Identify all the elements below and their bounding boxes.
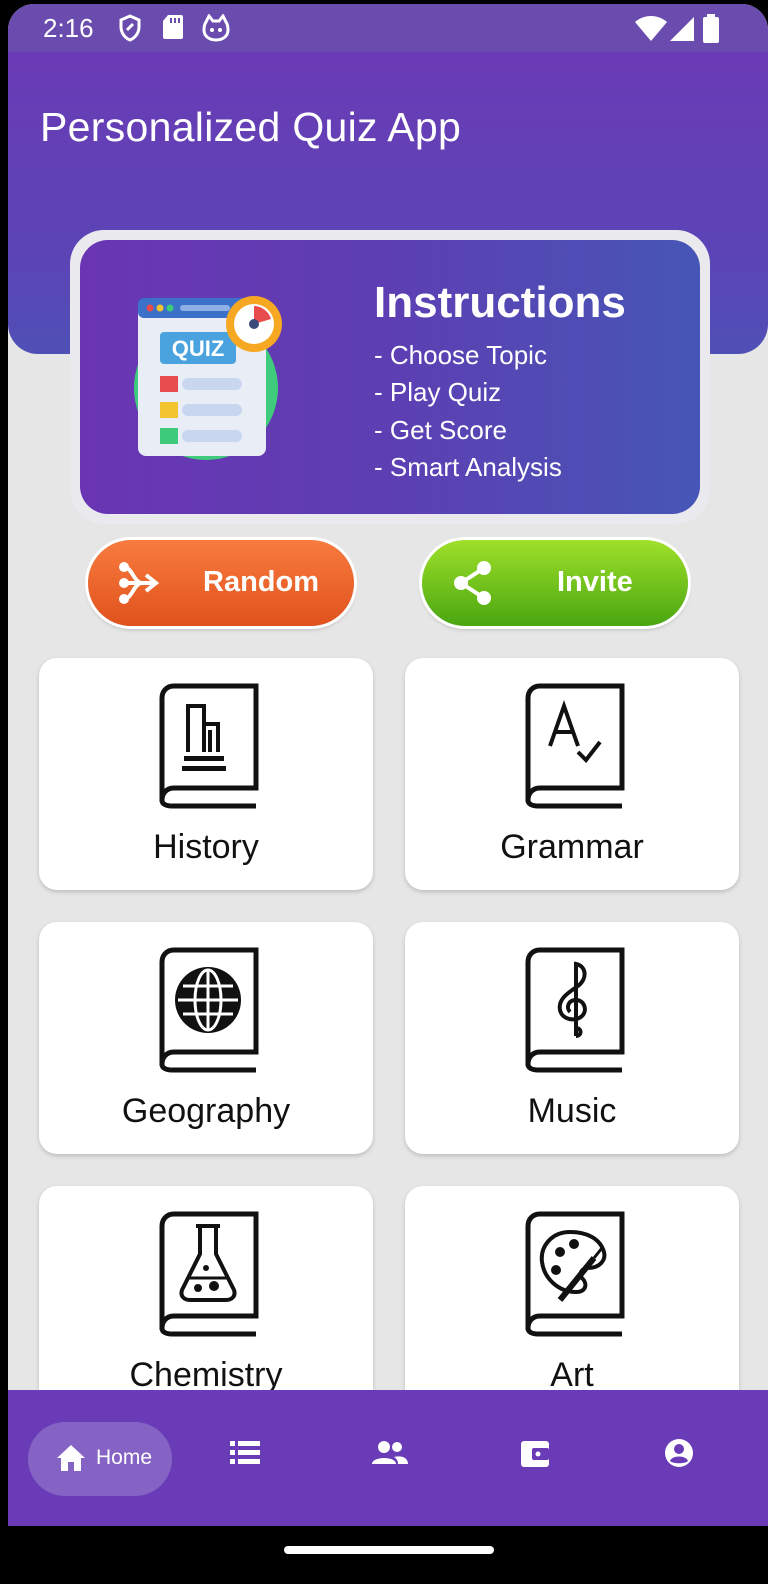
app-title: Personalized Quiz App [40, 104, 462, 150]
home-icon [57, 1445, 85, 1471]
random-button-label: Random [203, 566, 319, 598]
quiz-illustration-text: QUIZ [172, 336, 225, 361]
instruction-item: - Choose Topic [374, 340, 547, 370]
art-book-icon [525, 1211, 625, 1337]
quiz-illustration-icon: QUIZ [134, 296, 282, 460]
topic-label: Music [527, 1092, 617, 1130]
grammar-book-icon [525, 683, 625, 809]
nav-home-label: Home [96, 1446, 153, 1469]
topic-card-geography[interactable]: Geography [39, 922, 373, 1154]
topic-card-art[interactable]: Art [405, 1186, 739, 1418]
topic-label: History [153, 828, 259, 866]
history-book-icon [159, 683, 259, 809]
status-time: 2:16 [43, 13, 94, 43]
topic-card-history[interactable]: History [39, 658, 373, 890]
random-button[interactable]: Random [88, 540, 354, 626]
instructions-card: QUIZ Instructions - Choose Topic - Play … [80, 240, 700, 514]
topic-card-chemistry[interactable]: Chemistry [39, 1186, 373, 1418]
battery-icon [703, 14, 719, 43]
music-book-icon [525, 947, 625, 1073]
account-icon[interactable] [664, 1438, 694, 1468]
geography-book-icon [159, 947, 259, 1073]
topic-label: Grammar [500, 828, 644, 866]
instruction-item: - Play Quiz [374, 377, 502, 407]
home-indicator[interactable] [284, 1546, 494, 1554]
instruction-item: - Get Score [374, 415, 507, 445]
wallet-icon[interactable] [520, 1440, 550, 1468]
topic-card-grammar[interactable]: Grammar [405, 658, 739, 890]
topic-card-music[interactable]: Music [405, 922, 739, 1154]
gesture-bar [8, 1526, 768, 1584]
sd-card-icon [163, 15, 183, 39]
split-arrow-icon [119, 562, 160, 604]
invite-button[interactable]: Invite [422, 540, 688, 626]
topic-label: Geography [121, 1092, 291, 1130]
nav-home[interactable]: Home [28, 1422, 172, 1496]
wifi-icon [635, 16, 667, 41]
chemistry-book-icon [159, 1211, 259, 1337]
shield-icon [119, 14, 141, 42]
share-icon [454, 561, 491, 605]
list-icon[interactable] [230, 1440, 260, 1466]
bottom-navigation: Home [8, 1390, 768, 1526]
instruction-item: - Smart Analysis [374, 452, 562, 482]
app-screen: 2:16 Personalized Quiz App QUIZ Instruct… [8, 4, 768, 1584]
status-bar: 2:16 [8, 4, 768, 52]
invite-button-label: Invite [557, 566, 633, 598]
instructions-title: Instructions [374, 278, 626, 327]
cat-icon [202, 14, 230, 42]
people-icon[interactable] [372, 1440, 408, 1466]
signal-icon [670, 17, 694, 41]
